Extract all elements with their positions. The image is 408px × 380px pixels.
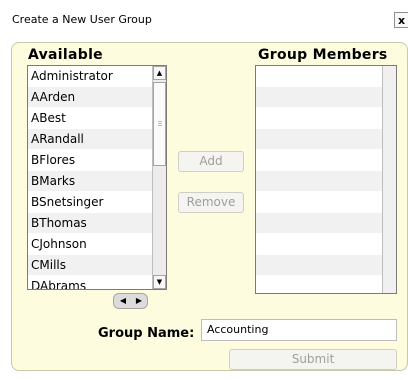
group-members-list-item[interactable] bbox=[256, 213, 382, 234]
available-list-item[interactable]: AArden bbox=[28, 87, 153, 108]
submit-button[interactable]: Submit bbox=[229, 349, 397, 370]
group-members-scrollbar[interactable] bbox=[382, 66, 396, 293]
available-list-hscroll[interactable]: ◀ ▶ bbox=[113, 293, 148, 309]
available-list-item[interactable]: Administrator bbox=[28, 66, 153, 87]
group-members-list-item[interactable] bbox=[256, 234, 382, 255]
available-list-item[interactable]: BFlores bbox=[28, 150, 153, 171]
remove-button[interactable]: Remove bbox=[178, 192, 244, 213]
available-list-item[interactable]: BSnetsinger bbox=[28, 192, 153, 213]
group-members-list-item[interactable] bbox=[256, 129, 382, 150]
available-list-item[interactable]: BMarks bbox=[28, 171, 153, 192]
available-list[interactable]: Administrator AArden ABest ARandall BFlores B… bbox=[27, 65, 167, 290]
available-list-item[interactable]: ABest bbox=[28, 108, 153, 129]
available-list-item[interactable]: ARandall bbox=[28, 129, 153, 150]
group-name-input[interactable]: Accounting bbox=[201, 319, 397, 341]
group-members-list-item[interactable] bbox=[256, 255, 382, 276]
dialog-titlebar: Create a New User Group x bbox=[0, 0, 408, 36]
scroll-up-arrow-icon[interactable]: ▲ bbox=[153, 66, 166, 80]
available-list-item[interactable]: DAbrams bbox=[28, 276, 153, 289]
group-members-header: Group Members bbox=[258, 47, 388, 63]
available-list-item[interactable]: CJohnson bbox=[28, 234, 153, 255]
scroll-down-arrow-icon[interactable]: ▼ bbox=[153, 275, 166, 289]
available-list-item[interactable]: CMills bbox=[28, 255, 153, 276]
available-list-item[interactable]: BThomas bbox=[28, 213, 153, 234]
group-members-list-item[interactable] bbox=[256, 171, 382, 192]
close-icon: x bbox=[397, 14, 406, 27]
available-header: Available bbox=[28, 47, 103, 63]
available-list-scroll-thumb[interactable] bbox=[153, 82, 166, 166]
group-members-list-item[interactable] bbox=[256, 108, 382, 129]
group-members-list-item[interactable] bbox=[256, 276, 382, 293]
group-members-list-item[interactable] bbox=[256, 192, 382, 213]
scroll-left-arrow-icon[interactable]: ◀ bbox=[115, 295, 131, 307]
scroll-right-arrow-icon[interactable]: ▶ bbox=[131, 295, 147, 307]
group-members-list-item[interactable] bbox=[256, 87, 382, 108]
close-button[interactable]: x bbox=[394, 12, 408, 28]
available-list-scrollbar[interactable]: ▲ ▼ bbox=[152, 66, 166, 289]
group-members-list-item[interactable] bbox=[256, 150, 382, 171]
group-name-label: Group Name: bbox=[98, 326, 195, 341]
add-button[interactable]: Add bbox=[178, 151, 244, 172]
group-members-list-item[interactable] bbox=[256, 66, 382, 87]
group-members-list[interactable] bbox=[255, 65, 397, 294]
dialog-title: Create a New User Group bbox=[12, 13, 152, 26]
